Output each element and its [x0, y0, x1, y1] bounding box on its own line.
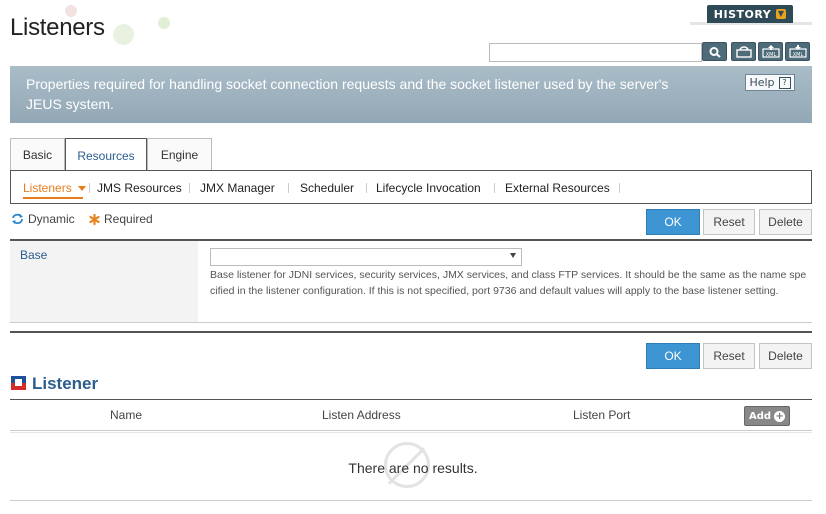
table-top-border	[10, 399, 812, 400]
subnav-jmx-manager[interactable]: JMX Manager	[200, 181, 275, 195]
form-bottom-border	[10, 322, 812, 323]
search-button[interactable]	[702, 42, 727, 61]
column-header-name: Name	[110, 408, 143, 422]
subnav-external-resources[interactable]: External Resources	[505, 181, 610, 195]
base-label: Base	[20, 248, 48, 262]
ok-button-bottom[interactable]: OK	[646, 343, 700, 369]
divider	[189, 183, 190, 193]
svg-text:XML: XML	[792, 52, 803, 58]
delete-button[interactable]: Delete	[759, 209, 812, 235]
legend-required: Required	[89, 212, 153, 226]
info-text: Properties required for handling socket …	[26, 76, 669, 112]
subnav-jms-resources[interactable]: JMS Resources	[97, 181, 182, 195]
section-flag-icon	[11, 376, 26, 390]
listener-section-title: Listener	[32, 374, 99, 393]
svg-text:XML: XML	[765, 52, 776, 58]
column-header-listen-address: Listen Address	[322, 408, 401, 422]
divider	[89, 183, 90, 193]
table-header-border-inner	[10, 432, 812, 433]
tab-resources[interactable]: Resources	[65, 138, 147, 173]
page-title: Listeners	[10, 14, 105, 41]
base-description: Base listener for JDNI services, securit…	[210, 269, 807, 297]
table-header-border	[10, 430, 812, 431]
question-icon: ?	[778, 76, 791, 89]
help-label: Help	[749, 76, 775, 89]
divider	[288, 183, 289, 193]
subnav-lifecycle-invocation[interactable]: Lifecycle Invocation	[376, 181, 481, 195]
active-subnav-underline	[23, 197, 83, 199]
legend-dynamic-label: Dynamic	[28, 212, 75, 226]
search-input[interactable]	[489, 43, 702, 62]
decor-circle	[113, 24, 134, 45]
dropdown-arrow-icon	[510, 253, 516, 258]
required-icon	[89, 213, 100, 225]
subnav-scheduler[interactable]: Scheduler	[300, 181, 354, 195]
add-label: Add	[748, 410, 772, 422]
subnav-label: Listeners	[23, 181, 72, 195]
plus-icon: +	[774, 410, 786, 422]
empty-results-text: There are no results.	[348, 460, 478, 476]
tab-engine[interactable]: Engine	[147, 138, 212, 171]
resources-subnav: Listeners JMS Resources JMX Manager Sche…	[10, 170, 812, 204]
search-icon	[709, 46, 721, 58]
table-bottom-border	[10, 500, 812, 501]
refresh-button[interactable]	[731, 42, 756, 61]
xml-upload-icon: XML	[761, 45, 780, 58]
divider	[366, 183, 367, 193]
tab-basic[interactable]: Basic	[10, 138, 65, 171]
divider	[619, 183, 620, 193]
history-button[interactable]: HISTORY ▼	[707, 5, 793, 23]
history-label: HISTORY	[713, 7, 772, 21]
help-button[interactable]: Help ?	[745, 74, 795, 91]
xml-download-button[interactable]: XML	[785, 42, 810, 61]
xml-upload-button[interactable]: XML	[758, 42, 783, 61]
reset-button-bottom[interactable]: Reset	[703, 343, 755, 369]
form-section-divider	[10, 331, 812, 333]
subnav-listeners[interactable]: Listeners	[23, 181, 86, 195]
base-select[interactable]	[210, 248, 522, 266]
add-listener-button[interactable]: Add +	[744, 406, 790, 426]
refresh-icon	[735, 45, 752, 58]
reset-button[interactable]: Reset	[703, 209, 755, 235]
legend-dynamic: Dynamic	[11, 212, 75, 226]
decor-circle	[158, 17, 170, 29]
legend-required-label: Required	[104, 212, 153, 226]
divider	[494, 183, 495, 193]
ok-button[interactable]: OK	[646, 209, 700, 235]
info-banner: Properties required for handling socket …	[10, 66, 812, 123]
delete-button-bottom[interactable]: Delete	[759, 343, 812, 369]
chevron-down-icon: ▼	[776, 9, 787, 19]
xml-download-icon: XML	[788, 45, 807, 58]
caret-down-icon	[77, 186, 86, 192]
column-header-listen-port: Listen Port	[573, 408, 631, 422]
dynamic-icon	[12, 213, 23, 225]
